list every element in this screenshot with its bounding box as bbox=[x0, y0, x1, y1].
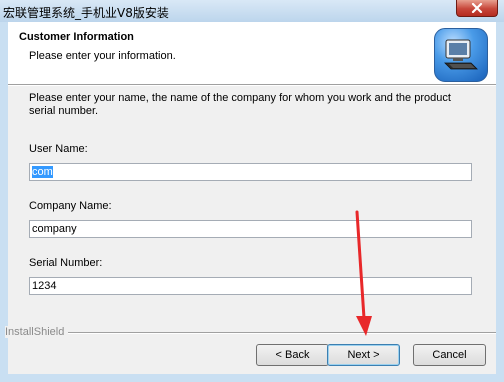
user-name-field[interactable]: com bbox=[29, 163, 472, 181]
installshield-divider: InstallShield bbox=[5, 326, 496, 338]
header-subtitle: Please enter your information. bbox=[29, 50, 176, 62]
window-titlebar: 宏联管理系统_手机业V8版安装 bbox=[0, 0, 504, 22]
window-title: 宏联管理系统_手机业V8版安装 bbox=[3, 6, 169, 20]
divider-rule bbox=[66, 332, 496, 334]
dialog-header: Customer Information Please enter your i… bbox=[8, 22, 496, 85]
computer-setup-icon bbox=[434, 28, 488, 82]
serial-number-label: Serial Number: bbox=[29, 257, 103, 269]
close-icon bbox=[471, 3, 483, 13]
next-button[interactable]: Next > bbox=[327, 344, 400, 366]
header-divider bbox=[8, 85, 496, 86]
installer-dialog: Customer Information Please enter your i… bbox=[5, 22, 496, 374]
company-name-value: company bbox=[32, 223, 77, 235]
installshield-brand: InstallShield bbox=[5, 326, 69, 338]
instructions-text: Please enter your name, the name of the … bbox=[29, 92, 451, 117]
company-name-field[interactable]: company bbox=[29, 220, 472, 238]
user-name-label: User Name: bbox=[29, 143, 88, 155]
user-name-value: com bbox=[32, 166, 53, 178]
close-button[interactable] bbox=[456, 0, 498, 17]
company-name-label: Company Name: bbox=[29, 200, 112, 212]
cancel-button[interactable]: Cancel bbox=[413, 344, 486, 366]
serial-number-value: 1234 bbox=[32, 280, 57, 292]
serial-number-field[interactable]: 1234 bbox=[29, 277, 472, 295]
header-title: Customer Information bbox=[19, 31, 134, 43]
back-button[interactable]: < Back bbox=[256, 344, 329, 366]
